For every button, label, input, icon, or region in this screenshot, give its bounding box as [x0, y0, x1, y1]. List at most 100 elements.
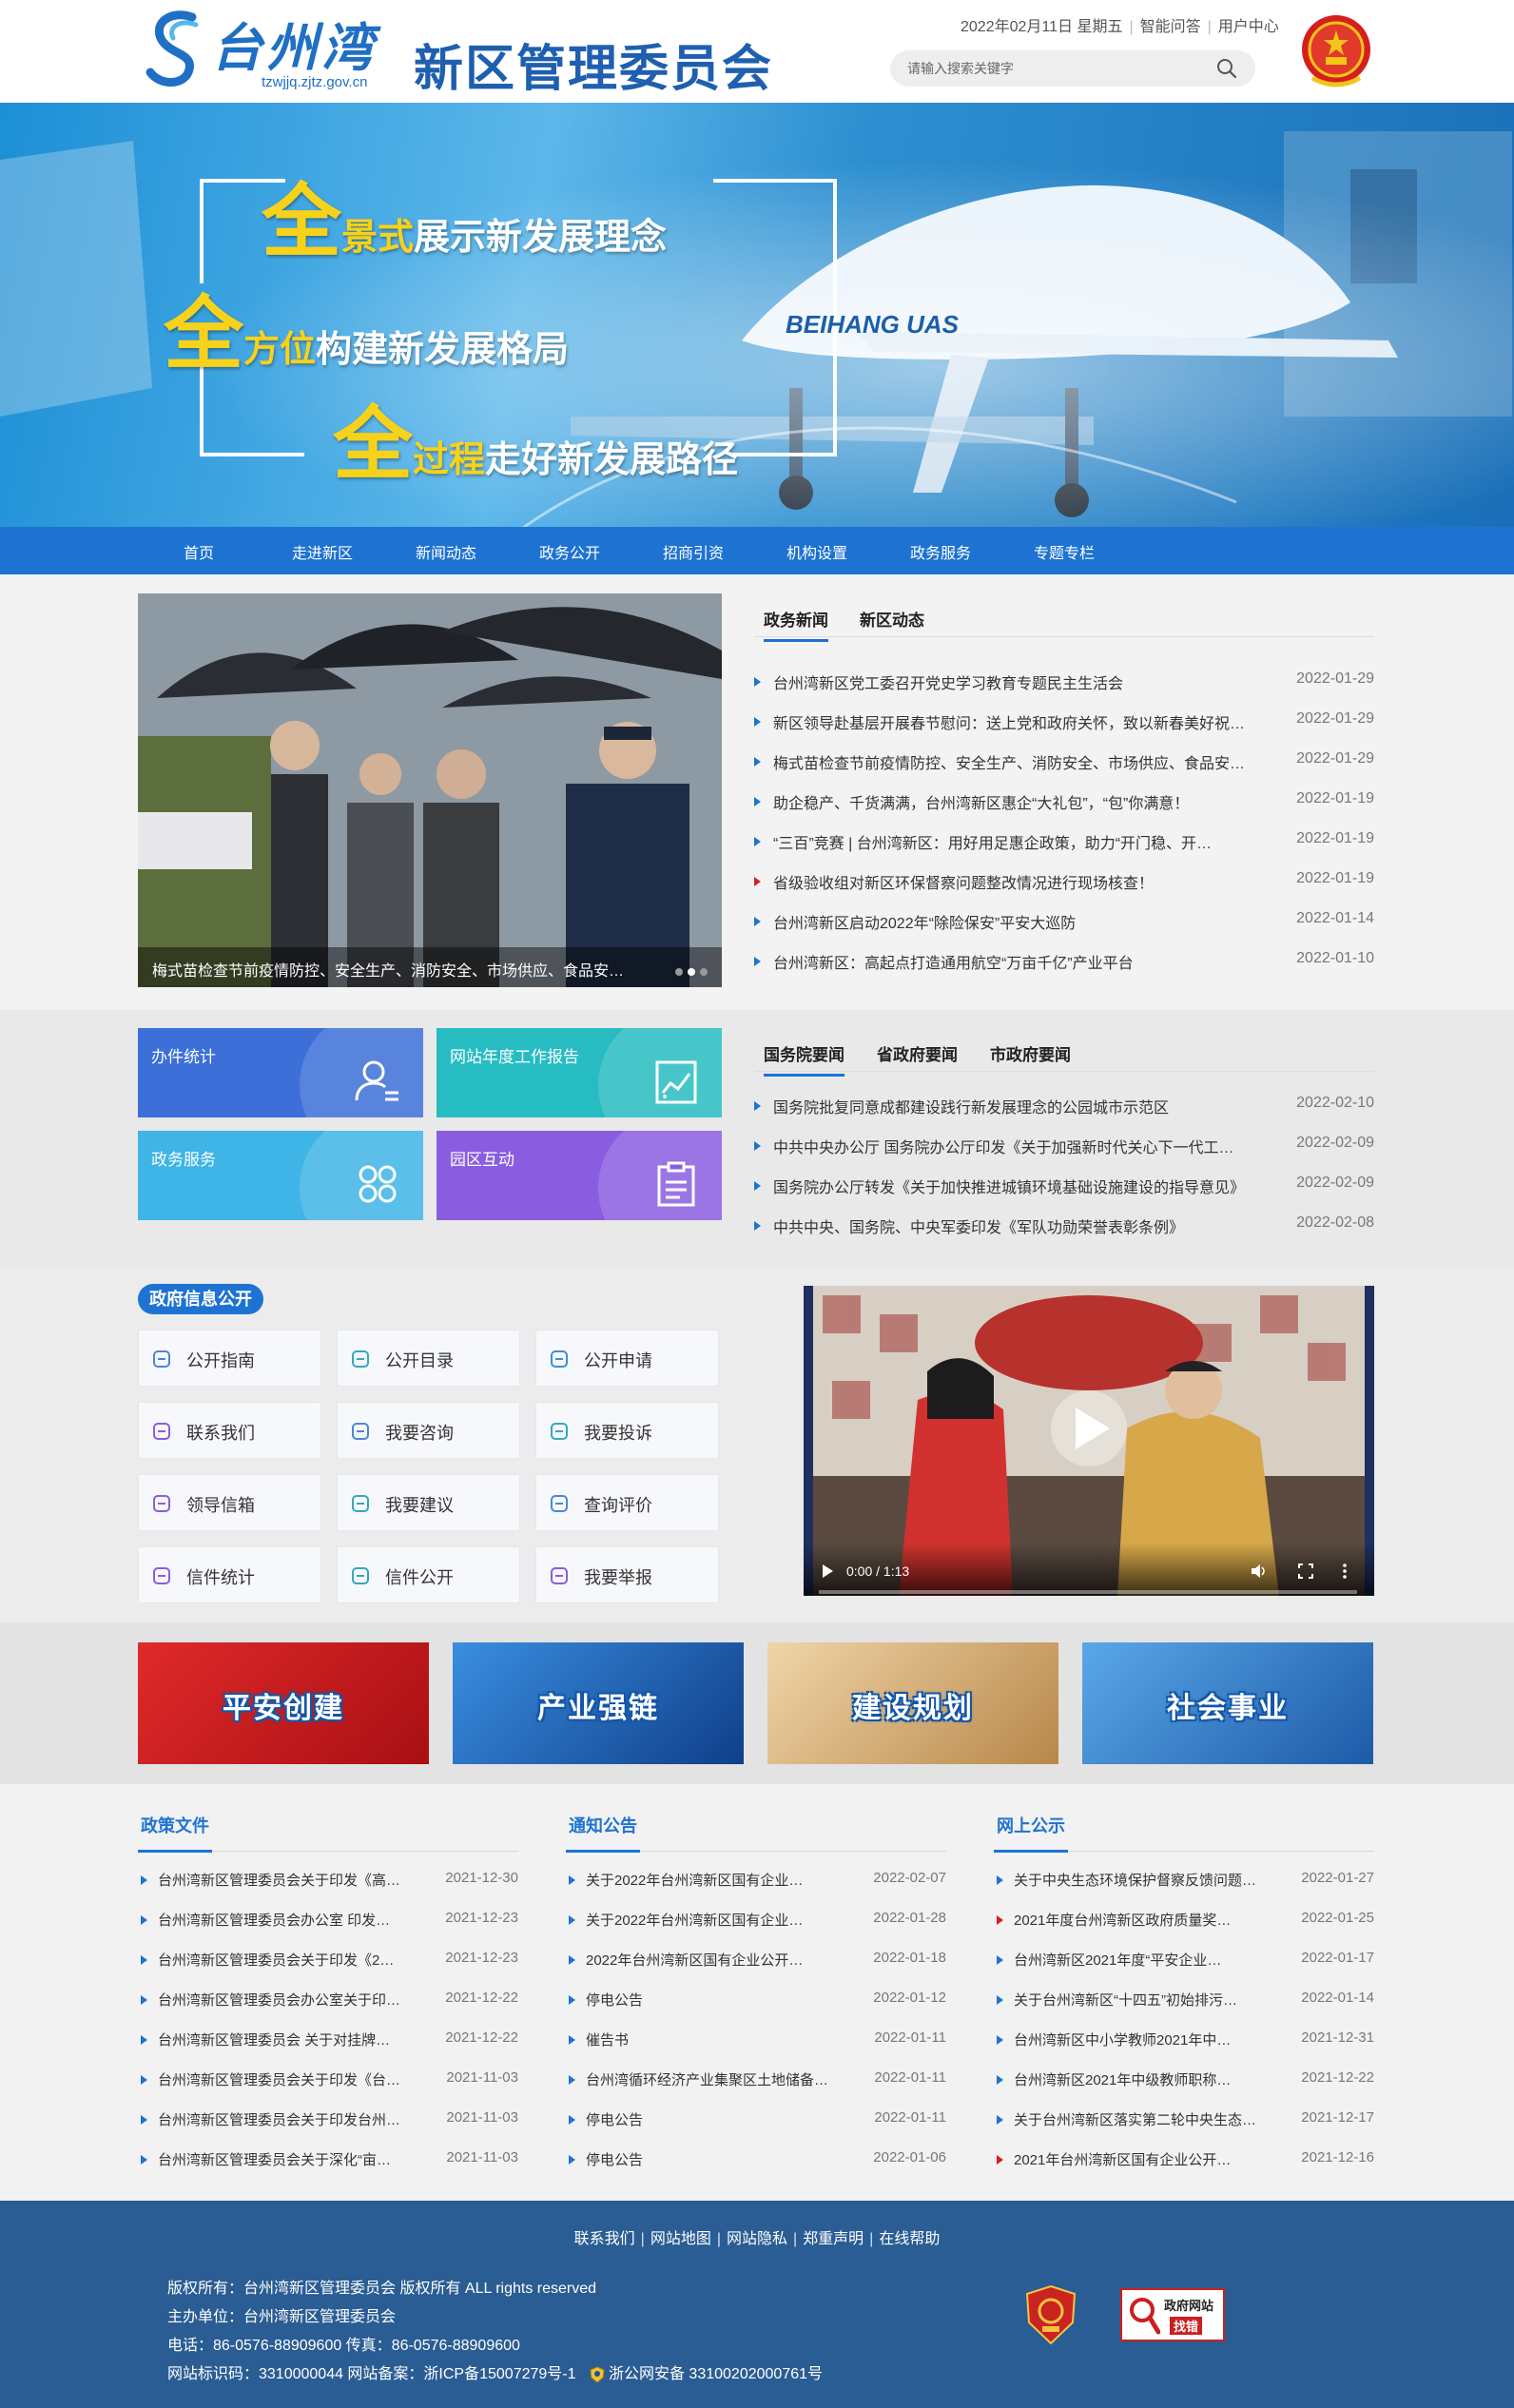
column-item[interactable]: 停电公告 2022-01-06 — [569, 2149, 946, 2172]
column-item[interactable]: 停电公告 2022-01-11 — [569, 2109, 946, 2132]
column-item[interactable]: 台州湾新区管理委员会办公室关于印… 2021-12-22 — [141, 1990, 518, 2012]
column-item-title[interactable]: 台州湾新区管理委员会 关于对挂牌… — [158, 2029, 419, 2049]
column-item[interactable]: 台州湾新区管理委员会办公室 印发… 2021-12-23 — [141, 1910, 518, 1932]
column-item[interactable]: 2022年台州湾新区国有企业公开… 2022-01-18 — [569, 1950, 946, 1972]
column-item[interactable]: 停电公告 2022-01-12 — [569, 1990, 946, 2012]
column-item-title[interactable]: 2022年台州湾新区国有企业公开… — [586, 1950, 847, 1970]
column-item[interactable]: 2021年度台州湾新区政府质量奖… 2022-01-25 — [997, 1910, 1374, 1932]
column-item-title[interactable]: 停电公告 — [586, 1990, 847, 2010]
gov-news-item[interactable]: 中共中央、国务院、中央军委印发《军队功勋荣誉表彰条例》 2022-02-08 — [754, 1214, 1374, 1237]
tile-annual-report[interactable]: 网站年度工作报告 — [437, 1028, 722, 1117]
news-item[interactable]: 新区领导赴基层开展春节慰问：送上党和政府关怀，致以新春美好祝… 2022-01-2… — [754, 710, 1374, 733]
column-item-title[interactable]: 台州湾新区管理委员会关于印发《台… — [158, 2069, 419, 2089]
gov-site-error-report[interactable]: 政府网站 找错 — [1120, 2288, 1225, 2341]
tab-gov-news[interactable]: 政务新闻 — [764, 607, 828, 642]
party-gov-badge-icon[interactable] — [1025, 2284, 1077, 2345]
site-logo[interactable]: 台州湾 tzwjjq.zjtz.gov.cn 新区管理委员会 — [143, 6, 789, 97]
info-button[interactable]: 我要咨询 — [337, 1402, 520, 1459]
nav-gov-affairs[interactable]: 政务公开 — [539, 540, 600, 563]
more-options-icon[interactable] — [1342, 1563, 1348, 1579]
news-title[interactable]: 省级验收组对新区环保督察问题整改情况进行现场核查！ — [773, 870, 1249, 893]
column-item[interactable]: 台州湾新区管理委员会关于深化“亩… 2021-11-03 — [141, 2149, 518, 2172]
column-item[interactable]: 台州湾新区管理委员会关于印发台州… 2021-11-03 — [141, 2109, 518, 2132]
video-progress-bar[interactable] — [819, 1590, 1357, 1594]
feature-banner[interactable]: 建设规划 — [767, 1642, 1058, 1764]
column-item[interactable]: 关于台州湾新区“十四五”初始排污… 2022-01-14 — [997, 1990, 1374, 2012]
news-item[interactable]: 台州湾新区党工委召开党史学习教育专题民主生活会 2022-01-29 — [754, 670, 1374, 693]
info-button[interactable]: 领导信箱 — [138, 1474, 321, 1531]
nav-services[interactable]: 政务服务 — [910, 540, 971, 563]
footer-link-help[interactable]: 在线帮助 — [879, 2231, 940, 2247]
column-item-title[interactable]: 停电公告 — [586, 2149, 847, 2169]
feature-banner[interactable]: 产业强链 — [453, 1642, 744, 1764]
info-button[interactable]: 我要投诉 — [535, 1402, 719, 1459]
gov-news-item[interactable]: 中共中央办公厅 国务院办公厅印发《关于加强新时代关心下一代工… 2022-02-0… — [754, 1135, 1374, 1157]
column-item[interactable]: 台州湾新区2021年度“平安企业… 2022-01-17 — [997, 1950, 1374, 1972]
play-icon[interactable] — [821, 1563, 834, 1579]
search-icon[interactable] — [1216, 58, 1237, 79]
column-item[interactable]: 2021年台州湾新区国有企业公开… 2021-12-16 — [997, 2149, 1374, 2172]
news-title[interactable]: 台州湾新区：高起点打造通用航空“万亩千亿”产业平台 — [773, 950, 1249, 973]
gov-news-item[interactable]: 国务院批复同意成都建设践行新发展理念的公园城市示范区 2022-02-10 — [754, 1095, 1374, 1117]
column-item-title[interactable]: 关于中央生态环境保护督察反馈问题… — [1014, 1870, 1275, 1890]
column-item-title[interactable]: 台州湾新区管理委员会关于印发《2… — [158, 1950, 419, 1970]
tab-state-council[interactable]: 国务院要闻 — [764, 1041, 844, 1077]
feature-banner[interactable]: 平安创建 — [138, 1642, 429, 1764]
gov-news-title[interactable]: 中共中央、国务院、中央军委印发《军队功勋荣誉表彰条例》 — [773, 1214, 1249, 1237]
nav-investment[interactable]: 招商引资 — [663, 540, 724, 563]
nav-about[interactable]: 走进新区 — [292, 540, 353, 563]
carousel-dot[interactable] — [700, 968, 708, 976]
footer-link-statement[interactable]: 郑重声明 — [803, 2231, 864, 2247]
fullscreen-icon[interactable] — [1298, 1563, 1313, 1579]
gov-news-title[interactable]: 中共中央办公厅 国务院办公厅印发《关于加强新时代关心下一代工… — [773, 1135, 1249, 1157]
info-button[interactable]: 信件公开 — [337, 1546, 520, 1603]
nav-institutions[interactable]: 机构设置 — [786, 540, 847, 563]
volume-icon[interactable] — [1251, 1563, 1268, 1579]
column-item-title[interactable]: 台州湾新区管理委员会关于印发台州… — [158, 2109, 419, 2129]
info-button[interactable]: 公开申请 — [535, 1330, 719, 1387]
news-title[interactable]: 新区领导赴基层开展春节慰问：送上党和政府关怀，致以新春美好祝… — [773, 710, 1249, 733]
column-item[interactable]: 催告书 2022-01-11 — [569, 2029, 946, 2052]
user-center-link[interactable]: 用户中心 — [1218, 13, 1279, 36]
news-item[interactable]: 省级验收组对新区环保督察问题整改情况进行现场核查！ 2022-01-19 — [754, 870, 1374, 893]
tile-gov-service[interactable]: 政务服务 — [138, 1131, 423, 1220]
nav-home[interactable]: 首页 — [184, 540, 214, 563]
news-item[interactable]: 台州湾新区：高起点打造通用航空“万亩千亿”产业平台 2022-01-10 — [754, 950, 1374, 973]
news-item[interactable]: 助企稳产、千货满满，台州湾新区惠企“大礼包”，“包”你满意！ 2022-01-19 — [754, 790, 1374, 813]
news-item[interactable]: 台州湾新区启动2022年“除险保安”平安大巡防 2022-01-14 — [754, 910, 1374, 933]
footer-link-sitemap[interactable]: 网站地图 — [650, 2231, 711, 2247]
column-item-title[interactable]: 2021年台州湾新区国有企业公开… — [1014, 2149, 1275, 2169]
footer-police-record[interactable]: 浙公网安备 33100202000761号 — [609, 2366, 823, 2382]
info-button[interactable]: 我要举报 — [535, 1546, 719, 1603]
info-button[interactable]: 查询评价 — [535, 1474, 719, 1531]
info-button[interactable]: 公开目录 — [337, 1330, 520, 1387]
info-button[interactable]: 信件统计 — [138, 1546, 321, 1603]
search-input[interactable] — [907, 59, 1193, 78]
featured-photo[interactable]: 梅式苗检查节前疫情防控、安全生产、消防安全、市场供应、食品安… — [138, 593, 722, 987]
column-item[interactable]: 关于中央生态环境保护督察反馈问题… 2022-01-27 — [997, 1870, 1374, 1893]
column-item-title[interactable]: 台州湾新区2021年度“平安企业… — [1014, 1950, 1275, 1970]
tile-park-interaction[interactable]: 园区互动 — [437, 1131, 722, 1220]
news-title[interactable]: “三百”竞赛 | 台州湾新区：用好用足惠企政策，助力“开门稳、开… — [773, 830, 1249, 853]
column-item[interactable]: 台州湾新区管理委员会关于印发《高… 2021-12-30 — [141, 1870, 518, 1893]
footer-link-privacy[interactable]: 网站隐私 — [727, 2231, 787, 2247]
column-item-title[interactable]: 停电公告 — [586, 2109, 847, 2129]
video-player[interactable]: 0:00 / 1:13 — [804, 1286, 1374, 1596]
column-item-title[interactable]: 关于2022年台州湾新区国有企业… — [586, 1870, 847, 1890]
gov-news-title[interactable]: 国务院办公厅转发《关于加快推进城镇环境基础设施建设的指导意见》 — [773, 1175, 1249, 1197]
column-item-title[interactable]: 台州湾新区中小学教师2021年中… — [1014, 2029, 1275, 2049]
column-item[interactable]: 台州湾循环经济产业集聚区土地储备… 2022-01-11 — [569, 2069, 946, 2092]
featured-caption[interactable]: 梅式苗检查节前疫情防控、安全生产、消防安全、市场供应、食品安… — [152, 958, 628, 981]
smart-qa-link[interactable]: 智能问答 — [1140, 13, 1201, 36]
column-item-title[interactable]: 关于台州湾新区“十四五”初始排污… — [1014, 1990, 1275, 2010]
tile-case-stats[interactable]: 办件统计 — [138, 1028, 423, 1117]
column-item[interactable]: 台州湾新区管理委员会 关于对挂牌… 2021-12-22 — [141, 2029, 518, 2052]
gov-news-item[interactable]: 国务院办公厅转发《关于加快推进城镇环境基础设施建设的指导意见》 2022-02-0… — [754, 1175, 1374, 1197]
tab-province[interactable]: 省政府要闻 — [877, 1041, 958, 1065]
column-item-title[interactable]: 2021年度台州湾新区政府质量奖… — [1014, 1910, 1275, 1930]
info-button[interactable]: 联系我们 — [138, 1402, 321, 1459]
column-item-title[interactable]: 台州湾循环经济产业集聚区土地储备… — [586, 2069, 847, 2089]
column-title[interactable]: 政策文件 — [141, 1813, 209, 1837]
column-item-title[interactable]: 台州湾新区管理委员会关于深化“亩… — [158, 2149, 419, 2169]
news-title[interactable]: 助企稳产、千货满满，台州湾新区惠企“大礼包”，“包”你满意！ — [773, 790, 1249, 813]
